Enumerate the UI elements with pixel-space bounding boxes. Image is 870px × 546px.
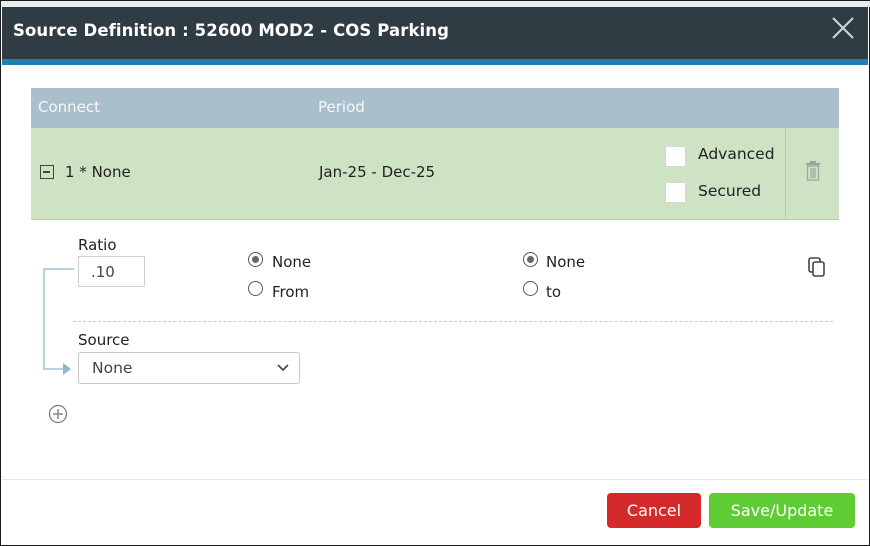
row-divider xyxy=(785,128,786,220)
ratio-label: Ratio xyxy=(78,236,117,254)
dialog-titlebar: Source Definition : 52600 MOD2 - COS Par… xyxy=(2,7,868,59)
source-label: Source xyxy=(78,331,130,349)
accent-bar xyxy=(2,59,868,65)
source-select[interactable]: None xyxy=(78,352,300,384)
advanced-checkbox[interactable] xyxy=(665,146,686,167)
header-connect: Connect xyxy=(38,98,101,116)
dialog-window: Source Definition : 52600 MOD2 - COS Par… xyxy=(0,0,870,546)
trash-icon[interactable] xyxy=(805,161,821,181)
collapse-icon[interactable] xyxy=(40,165,54,179)
to-radio[interactable] xyxy=(523,281,538,296)
section-divider xyxy=(73,321,833,322)
grid-row: 1 * None Jan-25 - Dec-25 Advanced Secure… xyxy=(31,128,839,220)
secured-label: Secured xyxy=(698,182,762,200)
footer-divider xyxy=(2,479,868,480)
to-none-label: None xyxy=(546,253,586,271)
save-update-button[interactable]: Save/Update xyxy=(709,493,855,528)
row-period: Jan-25 - Dec-25 xyxy=(319,163,436,181)
chevron-down-icon xyxy=(277,364,289,372)
dialog-title: Source Definition : 52600 MOD2 - COS Par… xyxy=(13,21,450,40)
to-none-radio[interactable] xyxy=(523,252,538,267)
to-label: to xyxy=(546,283,562,301)
row-label: 1 * None xyxy=(65,163,131,181)
connector-line xyxy=(43,268,74,375)
secured-checkbox[interactable] xyxy=(665,182,686,203)
ratio-input[interactable]: .10 xyxy=(78,256,145,287)
source-select-value: None xyxy=(92,359,133,377)
from-none-label: None xyxy=(272,253,312,271)
from-none-radio[interactable] xyxy=(248,252,263,267)
close-icon[interactable] xyxy=(830,15,856,41)
cancel-button[interactable]: Cancel xyxy=(607,493,701,528)
from-radio[interactable] xyxy=(248,281,263,296)
grid-header: Connect Period xyxy=(31,88,839,128)
from-label: From xyxy=(272,283,310,301)
header-period: Period xyxy=(318,98,365,116)
advanced-label: Advanced xyxy=(698,145,775,163)
plus-circle-icon[interactable] xyxy=(48,404,68,424)
copy-icon[interactable] xyxy=(807,256,827,278)
